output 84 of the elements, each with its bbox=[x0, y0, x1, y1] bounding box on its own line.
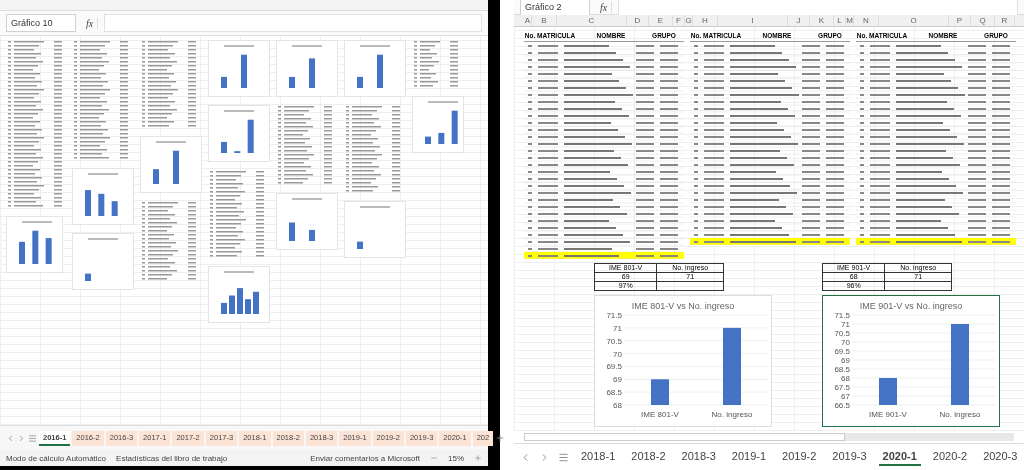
axis-tick-label: 69 bbox=[841, 356, 850, 365]
axis-category-label: No. ingreso bbox=[711, 410, 753, 419]
axis-tick-label: 67 bbox=[841, 392, 850, 401]
name-box[interactable]: Gráfico 10 bbox=[6, 14, 76, 32]
mini-chart-drawing bbox=[276, 40, 338, 97]
column-header[interactable]: N bbox=[854, 15, 879, 26]
mini-chart-drawing bbox=[412, 96, 464, 153]
column-header[interactable]: G bbox=[685, 15, 693, 26]
axis-category-label: IME 801-V bbox=[641, 410, 679, 419]
sheet-tab[interactable]: 2018-3 bbox=[677, 448, 720, 466]
horizontal-scrollbar[interactable] bbox=[524, 433, 1014, 441]
axis-category-label: No. ingreso bbox=[939, 410, 981, 419]
formula-input[interactable] bbox=[618, 0, 1018, 16]
axis-tick-label: 68.5 bbox=[834, 365, 850, 374]
next-sheet-icon[interactable] bbox=[17, 433, 26, 443]
mini-chart-drawing bbox=[344, 201, 406, 258]
column-header[interactable]: H bbox=[693, 15, 718, 26]
axis-tick-label: 69.5 bbox=[834, 347, 850, 356]
axis-tick-label: 66.5 bbox=[834, 401, 850, 410]
mini-chart-drawing bbox=[72, 168, 134, 225]
axis-tick-label: 71 bbox=[613, 323, 622, 333]
axis-category-label: IME 901-V bbox=[869, 410, 907, 419]
axis-tick-label: 67.5 bbox=[834, 383, 850, 392]
axis-tick-label: 71 bbox=[841, 320, 850, 329]
column-header[interactable]: A bbox=[524, 15, 532, 26]
workbook-stats-link[interactable]: Estadísticas del libro de trabajo bbox=[116, 453, 228, 463]
axis-tick-label: 70.5 bbox=[834, 329, 850, 338]
sheet-tab[interactable]: 2020-1 bbox=[878, 448, 921, 466]
bar-chart[interactable]: IME 901-V vs No. ingreso 66.5 67 67.5 68 68.5 69 69.5 70 70.5 71 71.5 IME 901-V No. ingreso bbox=[822, 295, 1000, 427]
sheet-tab[interactable]: 2019-2 bbox=[778, 448, 821, 466]
zoom-in-icon[interactable] bbox=[474, 454, 482, 462]
axis-tick-label: 70 bbox=[613, 349, 622, 359]
column-header[interactable]: D bbox=[627, 15, 649, 26]
axis-tick-label: 69 bbox=[613, 375, 622, 385]
column-header[interactable]: I bbox=[718, 15, 788, 26]
zoom-level: 15% bbox=[448, 453, 464, 463]
axis-tick-label: 70 bbox=[841, 338, 850, 347]
column-header[interactable]: C bbox=[557, 15, 627, 26]
axis-tick-label: 68.5 bbox=[606, 388, 622, 398]
mini-chart-drawing bbox=[276, 193, 338, 250]
column-header[interactable]: F bbox=[673, 15, 685, 26]
column-header[interactable]: M bbox=[846, 15, 854, 26]
name-box[interactable]: Gráfico 2 bbox=[520, 0, 590, 16]
column-header[interactable]: J bbox=[788, 15, 810, 26]
column-header[interactable]: B bbox=[532, 15, 557, 26]
axis-tick-label: 69.5 bbox=[606, 362, 622, 372]
zoom-out-icon[interactable] bbox=[430, 454, 438, 462]
column-header[interactable]: K bbox=[810, 15, 834, 26]
chart-bar bbox=[879, 378, 897, 405]
sheet-tab[interactable]: 2020-3 bbox=[979, 448, 1022, 466]
feedback-link[interactable]: Enviar comentarios a Microsoft bbox=[310, 453, 420, 463]
sheet-list-icon[interactable] bbox=[558, 451, 569, 463]
mini-chart-drawing bbox=[72, 233, 134, 290]
axis-tick-label: 71.5 bbox=[834, 311, 850, 320]
sheet-tab[interactable]: 2020-2 bbox=[928, 448, 972, 466]
sheet-tab[interactable]: 2018-1 bbox=[577, 448, 620, 466]
column-header[interactable]: P bbox=[949, 15, 971, 26]
mini-chart-drawing bbox=[140, 136, 202, 193]
sheet-tab[interactable]: 2018-2 bbox=[627, 448, 670, 466]
chart-title: IME 901-V vs No. ingreso bbox=[859, 301, 963, 311]
mini-chart-drawing bbox=[208, 40, 270, 97]
sheet-list-icon[interactable] bbox=[28, 433, 37, 443]
sheet-tab[interactable]: 2019-1 bbox=[727, 448, 771, 466]
column-header[interactable]: O bbox=[879, 15, 949, 26]
axis-tick-label: 68 bbox=[613, 401, 622, 410]
bar-chart[interactable]: IME 801-V vs No. ingreso 68 68.5 69 69.5 70 70.5 71 71.5 IME 801-V No. ingreso bbox=[594, 295, 772, 427]
mini-chart-drawing bbox=[344, 40, 406, 97]
sheet-tab[interactable]: 2019-3 bbox=[828, 448, 871, 466]
column-header[interactable]: R bbox=[995, 15, 1015, 26]
chart-bar bbox=[651, 379, 669, 405]
axis-tick-label: 71.5 bbox=[606, 311, 622, 320]
add-sheet-icon[interactable] bbox=[495, 433, 506, 443]
mini-chart-drawing bbox=[6, 216, 63, 273]
previous-sheet-icon[interactable] bbox=[6, 433, 15, 443]
axis-tick-label: 70.5 bbox=[606, 336, 622, 346]
calc-mode-text: Modo de cálculo Automático bbox=[6, 453, 107, 463]
column-header[interactable]: Q bbox=[971, 15, 995, 26]
mini-chart-drawing bbox=[208, 266, 270, 323]
chart-title: IME 801-V vs No. ingreso bbox=[631, 301, 735, 311]
column-header[interactable]: L bbox=[834, 15, 846, 26]
formula-input[interactable] bbox=[104, 14, 482, 32]
column-header[interactable]: E bbox=[649, 15, 673, 26]
axis-tick-label: 68 bbox=[841, 374, 850, 383]
mini-chart-drawing bbox=[208, 105, 270, 162]
